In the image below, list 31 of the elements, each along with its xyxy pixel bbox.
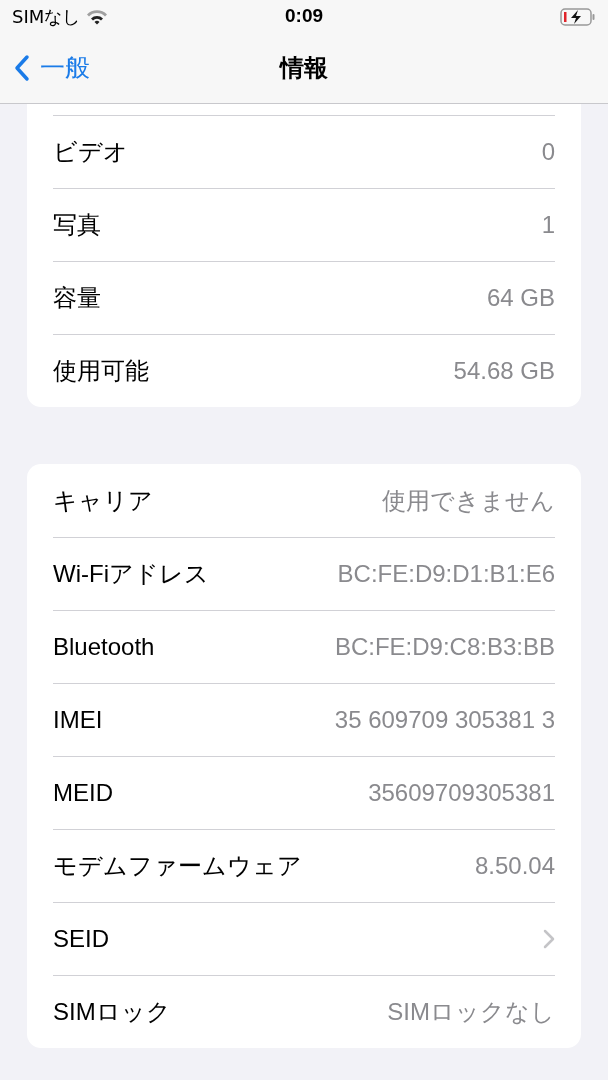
row-label: 写真: [53, 210, 101, 240]
row-value: BC:FE:D9:C8:B3:BB: [334, 632, 555, 662]
back-chevron-icon: [14, 54, 30, 82]
row-label: IMEI: [53, 705, 103, 735]
row-label: ビデオ: [53, 137, 128, 167]
row-value: BC:FE:D9:D1:B1:E6: [337, 559, 555, 589]
row-value: 使用できません: [382, 485, 555, 516]
row-value: 35609709305381: [368, 778, 555, 808]
row-label: Bluetooth: [53, 632, 155, 662]
row-value: 0: [541, 137, 555, 167]
row-label: Wi-Fiアドレス: [53, 559, 209, 589]
row-value: 64 GB: [486, 283, 555, 313]
carrier-label: SIMなし: [12, 5, 81, 29]
row-value: 8.50.04: [474, 851, 555, 881]
chevron-icon: [543, 929, 555, 949]
row-label: MEID: [53, 778, 113, 808]
row-label: SIMロック: [53, 997, 171, 1027]
row-label: 容量: [53, 283, 101, 313]
page-title: 情報: [280, 53, 328, 83]
clock-time: 0:09: [285, 4, 323, 29]
row-value: 54.68 GB: [453, 356, 555, 386]
row-label: モデムファームウェア: [53, 851, 302, 881]
row-value: 1: [541, 210, 555, 240]
row-value: 35 609709 305381 3: [334, 705, 555, 735]
row-label: SEID: [53, 924, 109, 954]
row-label: キャリア: [53, 485, 153, 516]
row-label: 使用可能: [53, 356, 149, 386]
battery-charging-icon: [560, 7, 596, 26]
back-button[interactable]: 一般: [14, 49, 90, 87]
row-value: SIMロックなし: [387, 997, 555, 1027]
wifi-icon: [86, 8, 109, 25]
